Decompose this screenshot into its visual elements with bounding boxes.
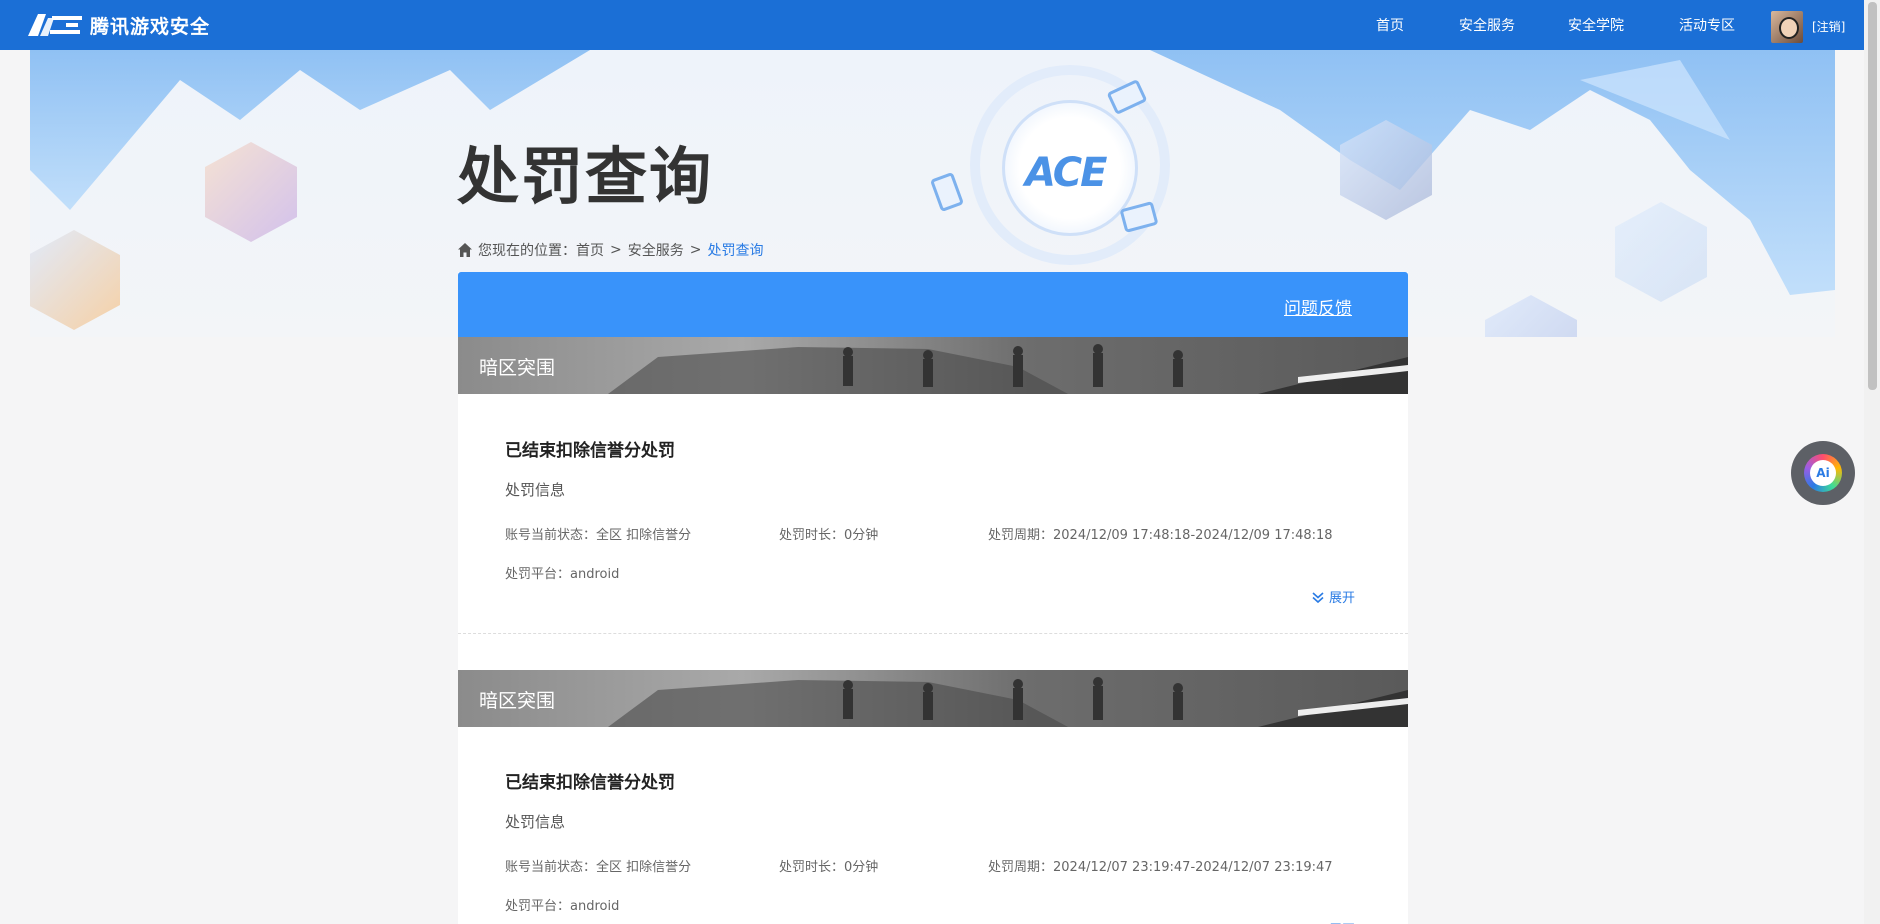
breadcrumb-home[interactable]: 首页 <box>576 240 604 260</box>
penalty-platform: 处罚平台：android <box>505 567 620 582</box>
breadcrumb-separator: > <box>689 242 702 258</box>
record-title: 已结束扣除信誉分处罚 <box>505 773 675 793</box>
game-name: 暗区突围 <box>479 357 556 379</box>
nav-security-services[interactable]: 安全服务 <box>1459 15 1515 35</box>
penalty-duration: 处罚时长：0分钟 <box>779 860 879 875</box>
ai-assistant-button[interactable]: Ai <box>1791 441 1855 505</box>
ace-logo-icon <box>28 14 82 36</box>
breadcrumb-prefix: 您现在的位置： <box>478 243 576 259</box>
breadcrumb-security-services[interactable]: 安全服务 <box>628 240 684 260</box>
scrollbar-thumb[interactable] <box>1868 2 1877 390</box>
game-banner: 暗区突围 <box>458 337 1408 394</box>
account-status: 账号当前状态：全区 扣除信誉分 <box>505 860 692 875</box>
record-divider <box>458 633 1408 634</box>
game-banner-art <box>608 344 1408 394</box>
logo-text: 腾讯游戏安全 <box>90 15 211 38</box>
nav-home[interactable]: 首页 <box>1376 15 1404 35</box>
ace-emblem-logo: ACE <box>1025 150 1107 196</box>
record-subtitle: 处罚信息 <box>505 481 566 499</box>
penalty-period: 处罚周期：2024/12/09 17:48:18-2024/12/09 17:4… <box>988 528 1333 543</box>
breadcrumb: 您现在的位置： 首页 > 安全服务 > 处罚查询 <box>457 240 763 260</box>
logout-link[interactable]: [注销] <box>1812 18 1845 35</box>
breadcrumb-current: 处罚查询 <box>707 243 764 259</box>
penalty-panel: 问题反馈 暗区突围 已结束扣除信誉分处罚 处罚信息 账号当前状态：全区 扣除信誉… <box>458 272 1408 924</box>
penalty-platform: 处罚平台：android <box>505 899 620 914</box>
ai-label: Ai <box>1810 460 1836 486</box>
page-title: 处罚查询 <box>457 140 714 213</box>
penalty-period: 处罚周期：2024/12/07 23:19:47-2024/12/07 23:1… <box>988 860 1333 875</box>
feedback-link[interactable]: 问题反馈 <box>1284 294 1352 319</box>
site-logo[interactable]: 腾讯游戏安全 <box>26 10 210 40</box>
nav-security-academy[interactable]: 安全学院 <box>1568 15 1624 35</box>
game-name: 暗区突围 <box>479 690 556 712</box>
breadcrumb-separator: > <box>610 242 622 258</box>
expand-button[interactable]: 展开 <box>1311 919 1355 924</box>
panel-header: 问题反馈 <box>458 272 1408 337</box>
top-navbar: 腾讯游戏安全 首页 安全服务 安全学院 活动专区 [注销] <box>0 0 1864 50</box>
home-icon <box>458 243 472 257</box>
record-subtitle: 处罚信息 <box>505 813 566 831</box>
expand-button[interactable]: 展开 <box>1311 587 1355 606</box>
avatar[interactable] <box>1771 11 1803 43</box>
record-title: 已结束扣除信誉分处罚 <box>505 441 675 461</box>
account-status: 账号当前状态：全区 扣除信誉分 <box>505 528 692 543</box>
game-banner: 暗区突围 <box>458 670 1408 727</box>
vertical-scrollbar[interactable] <box>1864 0 1880 924</box>
expand-label: 展开 <box>1329 591 1356 606</box>
game-banner-art <box>608 677 1408 727</box>
nav-activities[interactable]: 活动专区 <box>1679 15 1735 35</box>
ai-assistant-icon: Ai <box>1804 454 1842 492</box>
penalty-duration: 处罚时长：0分钟 <box>779 528 879 543</box>
chevron-down-icon <box>1312 591 1324 603</box>
expand-label: 展开 <box>1329 919 1355 924</box>
